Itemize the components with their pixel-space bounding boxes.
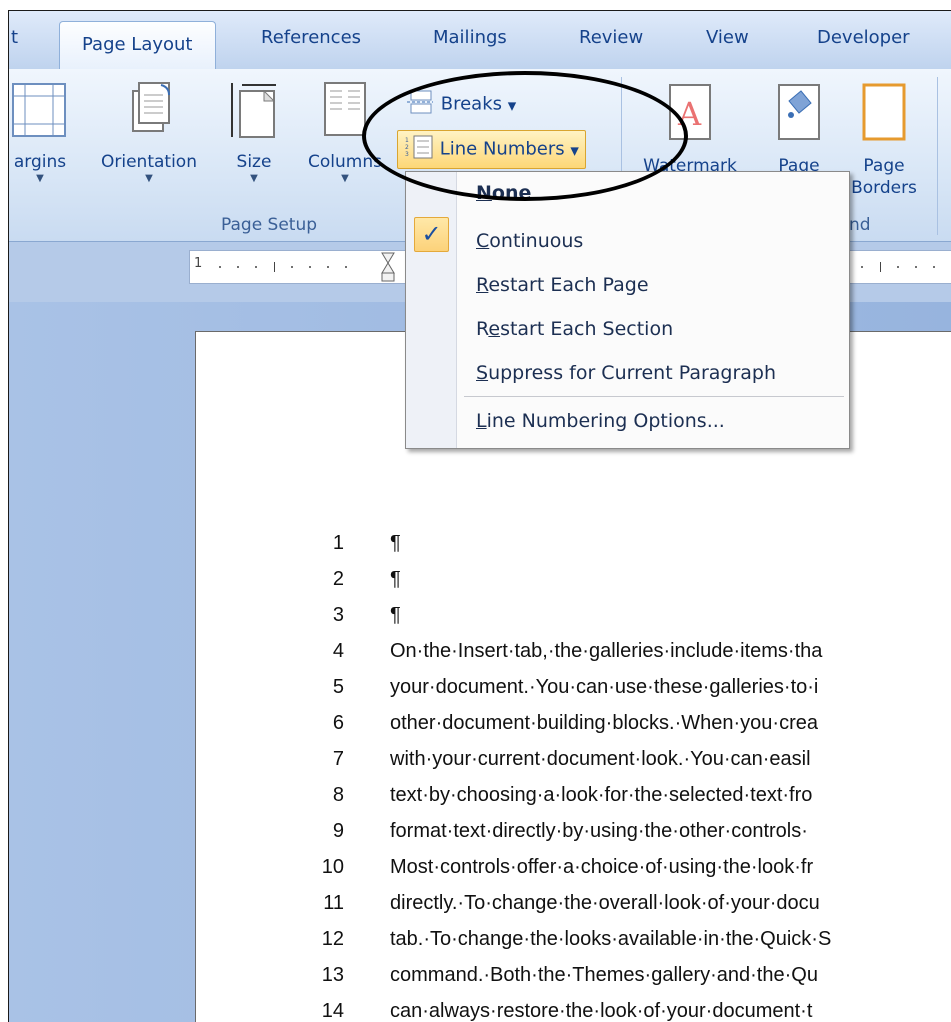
page-borders-label-2: Borders [851,178,917,198]
line-text: can·always·restore·the·look·of·your·docu… [390,1000,813,1022]
page-color-button[interactable]: Page [759,83,839,177]
tab-mailings[interactable]: Mailings [433,27,507,48]
line-number: 5 [332,676,344,698]
svg-text:2: 2 [405,144,409,151]
menu-separator [464,396,844,397]
line-text: ¶ [390,532,401,554]
line-number: 3 [332,604,344,626]
tab-developer[interactable]: Developer [817,27,910,48]
page-borders-icon [839,83,929,149]
line-text: ¶ [390,604,401,626]
line-text: your·document.·You·can·use·these·galleri… [390,676,819,698]
chevron-down-icon: ▼ [341,173,349,184]
line-numbers-menu: ✓ None Continuous Restart Each Page Rest… [405,171,850,449]
orientation-label: Orientation [101,152,197,172]
columns-button[interactable]: Columns ▼ [299,81,391,185]
orientation-icon [87,81,211,145]
line-number: 8 [332,784,344,806]
ribbon-tab-strip: t Page Layout References Mailings Review… [9,11,951,72]
columns-icon [299,81,391,145]
menu-item-suppress-current-paragraph[interactable]: Suppress for Current Paragraph [476,362,776,384]
line-number: 13 [321,964,344,986]
line-number: 7 [332,748,344,770]
margins-icon [9,81,79,145]
columns-label: Columns [308,152,382,172]
size-label: Size [236,152,272,172]
size-button[interactable]: Size ▼ [219,81,289,185]
chevron-down-icon: ▼ [145,173,153,184]
line-text: with·your·current·document·look.·You·can… [390,748,811,770]
line-text: directly.·To·change·the·overall·look·of·… [390,892,820,914]
line-number: 14 [321,1000,344,1022]
line-number: 9 [332,820,344,842]
line-text: On·the·Insert·tab,·the·galleries·include… [390,640,823,662]
tab-page-layout[interactable]: Page Layout [59,21,216,72]
line-numbers-label: Line Numbers [439,138,565,160]
line-number: 6 [332,712,344,734]
chevron-down-icon: ▼ [570,144,579,158]
chevron-down-icon: ▼ [36,173,44,184]
line-numbers-button[interactable]: 123 Line Numbers ▼ [397,130,586,169]
menu-item-none[interactable]: None [476,182,531,204]
margins-label: argins [13,152,67,172]
svg-text:3: 3 [405,151,409,158]
breaks-button[interactable]: Breaks ▼ [401,87,520,122]
line-number: 1 [332,532,344,554]
margins-button[interactable]: argins ▼ [9,81,79,185]
line-numbers-icon: 123 [404,134,434,165]
page-background-group-label: nd [849,215,871,235]
line-number: 12 [321,928,344,950]
line-text: other·document·building·blocks.·When·you… [390,712,818,734]
line-number: 2 [332,568,344,590]
line-text: ¶ [390,568,401,590]
line-number: 10 [321,856,344,878]
svg-text:1: 1 [405,137,409,144]
menu-item-continuous[interactable]: Continuous [476,230,583,252]
line-number: 4 [332,640,344,662]
word-window: t Page Layout References Mailings Review… [8,10,951,1022]
breaks-label: Breaks [440,93,502,115]
watermark-icon: A [635,83,745,149]
group-separator [937,77,938,235]
tab-insert[interactable]: t [11,27,18,48]
menu-gutter [406,172,457,448]
page-color-icon [759,83,839,149]
checkmark-icon: ✓ [414,217,449,252]
chevron-down-icon: ▼ [250,173,258,184]
breaks-icon [405,89,435,120]
line-text: text·by·choosing·a·look·for·the·selected… [390,784,813,806]
tab-review[interactable]: Review [579,27,643,48]
orientation-button[interactable]: Orientation ▼ [87,81,211,185]
chevron-down-icon: ▼ [507,99,517,113]
line-text: Most·controls·offer·a·choice·of·using·th… [390,856,814,878]
menu-item-restart-each-page[interactable]: Restart Each Page [476,274,649,296]
line-text: tab.·To·change·the·looks·available·in·th… [390,928,832,950]
watermark-button[interactable]: A Watermark [635,83,745,177]
menu-item-restart-each-section[interactable]: Restart Each Section [476,318,673,340]
line-number: 11 [323,892,344,914]
tab-view[interactable]: View [706,27,749,48]
page-borders-label-1: Page [863,156,905,176]
page-size-icon [219,81,289,145]
menu-item-line-numbering-options[interactable]: Line Numbering Options... [476,410,725,432]
page-borders-button[interactable]: Page Borders [839,83,929,199]
svg-text:A: A [677,95,702,133]
line-text: format·text·directly·by·using·the·other·… [390,820,808,842]
page-setup-group-label: Page Setup [221,215,318,235]
tab-references[interactable]: References [261,27,361,48]
line-text: command.·Both·the·Themes·gallery·and·the… [390,964,818,986]
